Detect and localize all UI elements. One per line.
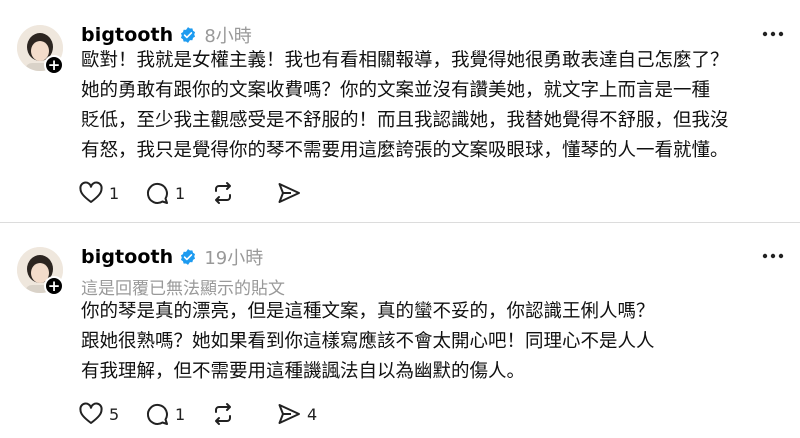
- timestamp: 8小時: [204, 26, 252, 47]
- heart-icon: [79, 181, 103, 203]
- like-count: 5: [109, 404, 120, 424]
- comment-button[interactable]: 1: [144, 180, 210, 206]
- post-text: 你的琴是真的漂亮，但是這種文案，真的蠻不妥的，你認識王俐人嗎？ 跟她很熟嗎？她如…: [81, 297, 701, 387]
- like-button[interactable]: 1: [78, 180, 144, 206]
- post-text-line: 她的勇敢有跟你的文案收費嗎？你的文案並沒有讚美她，就文字上而言是一種: [81, 80, 711, 101]
- send-icon: [278, 404, 300, 424]
- post-text-line: 貶低，至少我主觀感受是不舒服的！而且我認識她，我替她覺得不舒服，但我沒: [81, 110, 729, 131]
- comment-count: 1: [175, 183, 186, 203]
- post-text-line: 有我理解，但不需要用這種譏諷法自以為幽默的傷人。: [81, 361, 526, 382]
- post-text-line: 歐對！我就是女權主義！我也有看相關報導，我覺得她很勇敢表達自己怎麼了？: [81, 50, 729, 71]
- post-header: bigtooth 8小時: [81, 22, 252, 48]
- repost-button[interactable]: [210, 180, 276, 206]
- username[interactable]: bigtooth: [81, 246, 173, 268]
- comment-bubble-icon: [146, 403, 168, 425]
- repost-icon: [215, 182, 231, 204]
- more-options-icon[interactable]: [760, 246, 786, 266]
- share-button[interactable]: 4: [276, 401, 342, 427]
- verified-badge-icon: [181, 249, 196, 265]
- like-count: 1: [109, 183, 120, 203]
- share-count: 4: [307, 404, 318, 424]
- comment-count: 1: [175, 404, 186, 424]
- follow-plus-icon[interactable]: +: [44, 55, 64, 75]
- repost-icon: [215, 403, 231, 425]
- post-header: bigtooth 19小時: [81, 244, 263, 270]
- share-button[interactable]: [276, 180, 342, 206]
- comment-button[interactable]: 1: [144, 401, 210, 427]
- reply-post: + bigtooth 19小時 這是回覆已無法顯示的貼文 你的琴是真的漂亮，但是…: [0, 222, 800, 438]
- username[interactable]: bigtooth: [81, 24, 173, 46]
- reply-post: + bigtooth 8小時 歐對！我就是女權主義！我也有看相關報導，我覺得她很…: [0, 0, 800, 223]
- send-icon: [278, 183, 300, 203]
- like-button[interactable]: 5: [78, 401, 144, 427]
- comment-bubble-icon: [146, 182, 168, 204]
- post-text-line: 有怒，我只是覺得你的琴不需要用這麼誇張的文案吸眼球，懂琴的人一看就懂。: [81, 140, 729, 161]
- verified-badge-icon: [181, 27, 196, 43]
- repost-button[interactable]: [210, 401, 276, 427]
- action-bar: 5 1 4: [78, 400, 342, 428]
- reply-context-note: 這是回覆已無法顯示的貼文: [81, 279, 285, 299]
- heart-icon: [79, 402, 103, 424]
- action-bar: 1 1: [78, 179, 342, 207]
- post-text: 歐對！我就是女權主義！我也有看相關報導，我覺得她很勇敢表達自己怎麼了？ 她的勇敢…: [81, 46, 781, 166]
- more-options-icon[interactable]: [760, 24, 786, 44]
- follow-plus-icon[interactable]: +: [44, 276, 64, 296]
- timestamp: 19小時: [204, 248, 264, 269]
- post-text-line: 你的琴是真的漂亮，但是這種文案，真的蠻不妥的，你認識王俐人嗎？: [81, 301, 655, 322]
- post-text-line: 跟她很熟嗎？她如果看到你這樣寫應該不會太開心吧！同理心不是人人: [81, 331, 655, 352]
